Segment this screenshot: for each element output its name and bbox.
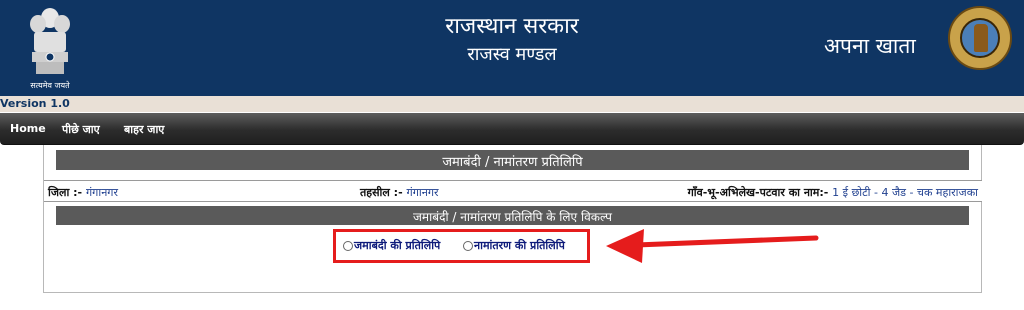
tehsil-info: तहसील :- गंगानगर [360, 185, 439, 200]
version-label: Version 1.0 [0, 97, 70, 110]
nav-home-link[interactable]: Home [10, 122, 46, 135]
village-label: गाँव-भू-अभिलेख-पटवार का नाम:- [687, 186, 829, 199]
location-info-row: जिला :- गंगानगर तहसील :- गंगानगर गाँव-भू… [44, 180, 982, 202]
site-header: सत्यमेव जयते राजस्थान सरकार राजस्व मण्डल… [0, 0, 1024, 96]
nav-exit-link[interactable]: बाहर जाए [124, 122, 164, 137]
version-bar [0, 96, 1024, 112]
nav-bar: Home पीछे जाए बाहर जाए [0, 113, 1024, 145]
nav-back-link[interactable]: पीछे जाए [62, 122, 100, 137]
options-section-title: जमाबंदी / नामांतरण प्रतिलिपि के लिए विकल… [56, 206, 969, 225]
namantaran-radio[interactable] [463, 241, 473, 251]
village-info: गाँव-भू-अभिलेख-पटवार का नाम:- 1 ई छोटी -… [688, 185, 978, 200]
namantaran-option-label[interactable]: नामांतरण की प्रतिलिपि [474, 238, 565, 253]
department-seal-icon [948, 6, 1012, 70]
emblem-motto: सत्यमेव जयते [30, 81, 70, 90]
tehsil-label: तहसील :- [360, 186, 403, 199]
copy-options-box: जमाबंदी की प्रतिलिपि नामांतरण की प्रतिलि… [333, 229, 590, 263]
pointer-arrow-icon [606, 229, 819, 263]
section-title: जमाबंदी / नामांतरण प्रतिलिपि [56, 150, 969, 170]
app-name: अपना खाता [824, 34, 916, 58]
district-label: जिला :- [48, 186, 83, 199]
jamabandi-option-label[interactable]: जमाबंदी की प्रतिलिपि [354, 238, 440, 253]
village-value: 1 ई छोटी - 4 जैड - चक महाराजका [832, 186, 978, 199]
district-info: जिला :- गंगानगर [48, 185, 118, 200]
tehsil-value: गंगानगर [406, 186, 439, 199]
district-value: गंगानगर [85, 186, 119, 199]
jamabandi-radio[interactable] [343, 241, 353, 251]
